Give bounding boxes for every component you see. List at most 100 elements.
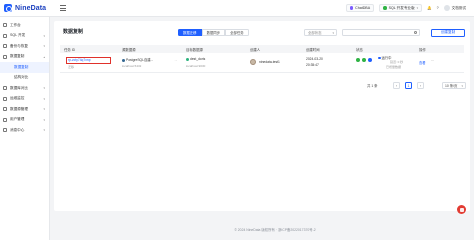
user-avatar-icon (443, 5, 450, 11)
sidebar-subitem-replication[interactable]: 数据复制 (0, 62, 49, 73)
column-header: 创建时间 (306, 48, 320, 52)
chevron-down-icon: ▾ (461, 83, 463, 88)
sidebar-item-label: SQL 开发 (10, 33, 26, 38)
column-header: 目标数据源 (186, 48, 203, 52)
view-button[interactable]: 查看 (419, 60, 426, 65)
brand-name: NineData (15, 4, 47, 12)
sidebar-item-datasource[interactable]: 数据源管理 ▾ (0, 104, 49, 115)
sidebar-item-label: 结构对比 (14, 75, 29, 80)
sidebar-item-label: 数据库对比 (10, 85, 28, 90)
org-icon (383, 6, 387, 10)
top-bar: NineData ChatDBA SQL 开发专业版 ▾ 🔔 ? 文档测试 (0, 0, 474, 17)
main-panel: 数据复制 数据迁移 数据同步 全部任务 全部状态 ▾ 创建复制 任务 ID 源数… (54, 21, 470, 211)
notification-icon[interactable]: 🔔 (427, 6, 431, 10)
status-select[interactable]: 全部状态 ▾ (304, 29, 337, 36)
stage-running-icon (368, 58, 372, 62)
target-name: dest_doris (190, 57, 206, 61)
chevron-down-icon: ▾ (332, 30, 334, 35)
sidebar-item-label: 数据复制 (10, 54, 25, 59)
user-label: 文档测试 (451, 5, 466, 10)
chatdba-button[interactable]: ChatDBA (345, 4, 375, 12)
page-number-button[interactable]: 1 (405, 82, 412, 89)
backup-icon (3, 44, 7, 49)
created-date: 2024-03-20 (306, 57, 323, 61)
filter-migration[interactable]: 数据迁移 (178, 29, 202, 36)
sidebar-item-workbench[interactable]: 工作台 (0, 20, 49, 31)
user-icon (3, 117, 7, 122)
filter-all[interactable]: 全部任务 (225, 29, 249, 36)
logo-icon (4, 4, 12, 12)
chevron-down-icon: ▾ (43, 86, 45, 91)
avatar (250, 59, 256, 65)
bell-icon (3, 128, 7, 133)
status-delay: 延迟: 0 秒 (390, 60, 404, 64)
help-icon[interactable]: ? (437, 6, 439, 10)
page-title: 数据复制 (63, 29, 84, 35)
sidebar-item-messages[interactable]: 消息中心 ▾ (0, 125, 49, 136)
logo[interactable]: NineData (0, 4, 56, 12)
creator-name: ninedata-test1 (259, 60, 280, 64)
sidebar-item-label: 工作台 (10, 22, 21, 27)
column-header: 操作 (419, 48, 426, 52)
chevron-down-icon: ▾ (43, 117, 45, 122)
chevron-down-icon: ▾ (416, 6, 419, 10)
page-size-value: 10 条/页 (445, 84, 458, 88)
sidebar-item-replication[interactable]: 数据复制 ▴ (0, 52, 49, 63)
chevron-down-icon: ▾ (43, 44, 45, 49)
sidebar-item-monitoring[interactable]: 运维监控 ▾ (0, 94, 49, 105)
code-icon (3, 33, 7, 38)
feedback-button[interactable] (457, 205, 466, 214)
search-icon (414, 31, 417, 34)
create-replication-button[interactable]: 创建复制 (431, 28, 465, 37)
org-label: SQL 开发专业版 (388, 5, 415, 10)
chevron-down-icon: ▾ (43, 107, 45, 112)
chevron-up-icon: ▴ (43, 54, 45, 59)
user-menu[interactable]: 文档测试 (443, 5, 466, 11)
task-type-filter: 数据迁移 数据同步 全部任务 (178, 29, 249, 36)
prev-page-button[interactable]: ‹ (393, 82, 400, 89)
created-time: 20:35:47 (306, 63, 319, 67)
sidebar-item-label: 消息中心 (10, 127, 25, 132)
postgresql-icon (122, 58, 125, 62)
sidebar-item-sql-dev[interactable]: SQL 开发 ▾ (0, 31, 49, 42)
pagination-total: 共 1 条 (367, 84, 378, 88)
sidebar-item-label: 备份与恢复 (10, 43, 28, 48)
menu-collapse-button[interactable] (60, 5, 66, 11)
chevron-down-icon: ▾ (43, 128, 45, 133)
target-address: localhost:9030 (186, 64, 206, 68)
monitor-icon (3, 96, 7, 101)
page-size-select[interactable]: 10 条/页 ▾ (442, 82, 466, 89)
sidebar-item-backup[interactable]: 备份与恢复 ▾ (0, 41, 49, 52)
task-type: 迁移 (68, 65, 75, 69)
org-switcher[interactable]: SQL 开发专业版 ▾ (379, 4, 423, 12)
running-dot-icon (378, 56, 381, 59)
sidebar-item-db-compare[interactable]: 数据库对比 ▾ (0, 83, 49, 94)
column-header: 状态 (356, 48, 363, 52)
stage-complete-icon (362, 58, 366, 62)
home-icon (3, 23, 7, 28)
sidebar-item-users[interactable]: 用户管理 ▾ (0, 115, 49, 126)
filter-sync[interactable]: 数据同步 (201, 29, 226, 36)
doris-icon (186, 57, 189, 61)
column-header: 源数据源 (122, 48, 136, 52)
target-datasource: dest_doris (186, 57, 205, 61)
column-header: 任务 ID (64, 48, 76, 52)
search-input[interactable] (342, 29, 420, 36)
status-detail: 已增量数据 (386, 65, 402, 69)
sidebar-subitem-structure-compare[interactable]: 结构对比 (0, 73, 49, 84)
chevron-down-icon: ▾ (43, 33, 45, 38)
table-row[interactable]: rp-zcty74q7xnp 迁移 PostgreSQL自建... localh… (60, 53, 464, 73)
copy-icon (3, 54, 7, 59)
sidebar-item-label: 运维监控 (10, 96, 25, 101)
task-id-link[interactable]: rp-zcty74q7xnp (68, 58, 91, 62)
sidebar-item-label: 数据源管理 (10, 106, 28, 111)
chatdba-icon (349, 6, 354, 10)
database-icon (3, 107, 7, 112)
more-icon[interactable]: ··· (431, 59, 434, 63)
footer-copyright: © 2024 NineData 版权所有 · 浙ICP备2022017370号-… (234, 228, 316, 232)
source-address: localhost:5432 (122, 64, 142, 68)
column-header: 创建人 (250, 48, 261, 52)
next-page-button[interactable]: › (417, 82, 424, 89)
sidebar-item-label: 数据复制 (14, 64, 29, 69)
chevron-down-icon: ▾ (43, 96, 45, 101)
